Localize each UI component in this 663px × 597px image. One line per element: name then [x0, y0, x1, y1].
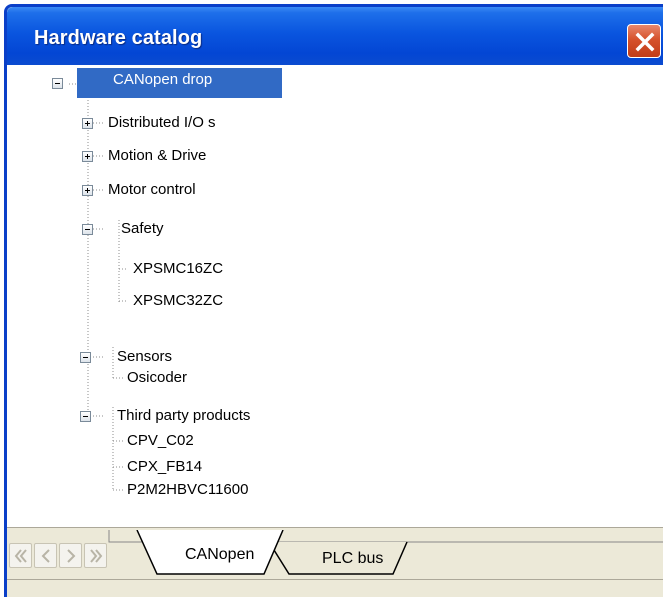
collapse-toggle-sensors[interactable]: [80, 352, 91, 363]
expand-toggle-motor-control[interactable]: [82, 185, 93, 196]
expand-toggle-distributed-io[interactable]: [82, 118, 93, 129]
catalog-tree[interactable]: CANopen drop Distributed I/O s Motion & …: [7, 65, 663, 527]
tab-plc-bus[interactable]: PLC bus: [322, 550, 383, 568]
tree-node-root[interactable]: CANopen drop: [77, 68, 282, 98]
collapse-toggle-third-party[interactable]: [80, 411, 91, 422]
tree-node-motor-control[interactable]: Motor control: [108, 181, 196, 198]
tab-canopen[interactable]: CANopen: [185, 546, 254, 564]
collapse-toggle-root[interactable]: [52, 78, 63, 89]
expand-toggle-motion-drive[interactable]: [82, 151, 93, 162]
tree-node-safety[interactable]: Safety: [121, 220, 164, 237]
tree-node-motion-drive[interactable]: Motion & Drive: [108, 147, 206, 164]
tree-leaf-p2m2hbvc11600[interactable]: P2M2HBVC11600: [127, 481, 248, 498]
tab-bar: CANopen PLC bus: [7, 530, 663, 580]
tree-node-third-party[interactable]: Third party products: [117, 407, 250, 424]
tree-leaf-osicoder[interactable]: Osicoder: [127, 369, 187, 386]
status-bar: [7, 579, 663, 597]
tree-node-distributed-io[interactable]: Distributed I/O s: [108, 114, 216, 131]
tree-connector-lines: [69, 83, 127, 491]
collapse-toggle-safety[interactable]: [82, 224, 93, 235]
tree-leaf-xpsmc32zc[interactable]: XPSMC32ZC: [133, 292, 223, 309]
close-button[interactable]: [627, 24, 661, 58]
tree-leaf-cpx-fb14[interactable]: CPX_FB14: [127, 458, 202, 475]
window-title: Hardware catalog: [34, 27, 203, 49]
tree-node-sensors[interactable]: Sensors: [117, 348, 172, 365]
title-bar[interactable]: Hardware catalog: [7, 7, 663, 65]
close-icon: [635, 32, 655, 52]
tree-leaf-cpv-c02[interactable]: CPV_C02: [127, 432, 194, 449]
hardware-catalog-window: Hardware catalog CANopen drop Distribute…: [4, 4, 663, 597]
tree-leaf-xpsmc16zc[interactable]: XPSMC16ZC: [133, 260, 223, 277]
